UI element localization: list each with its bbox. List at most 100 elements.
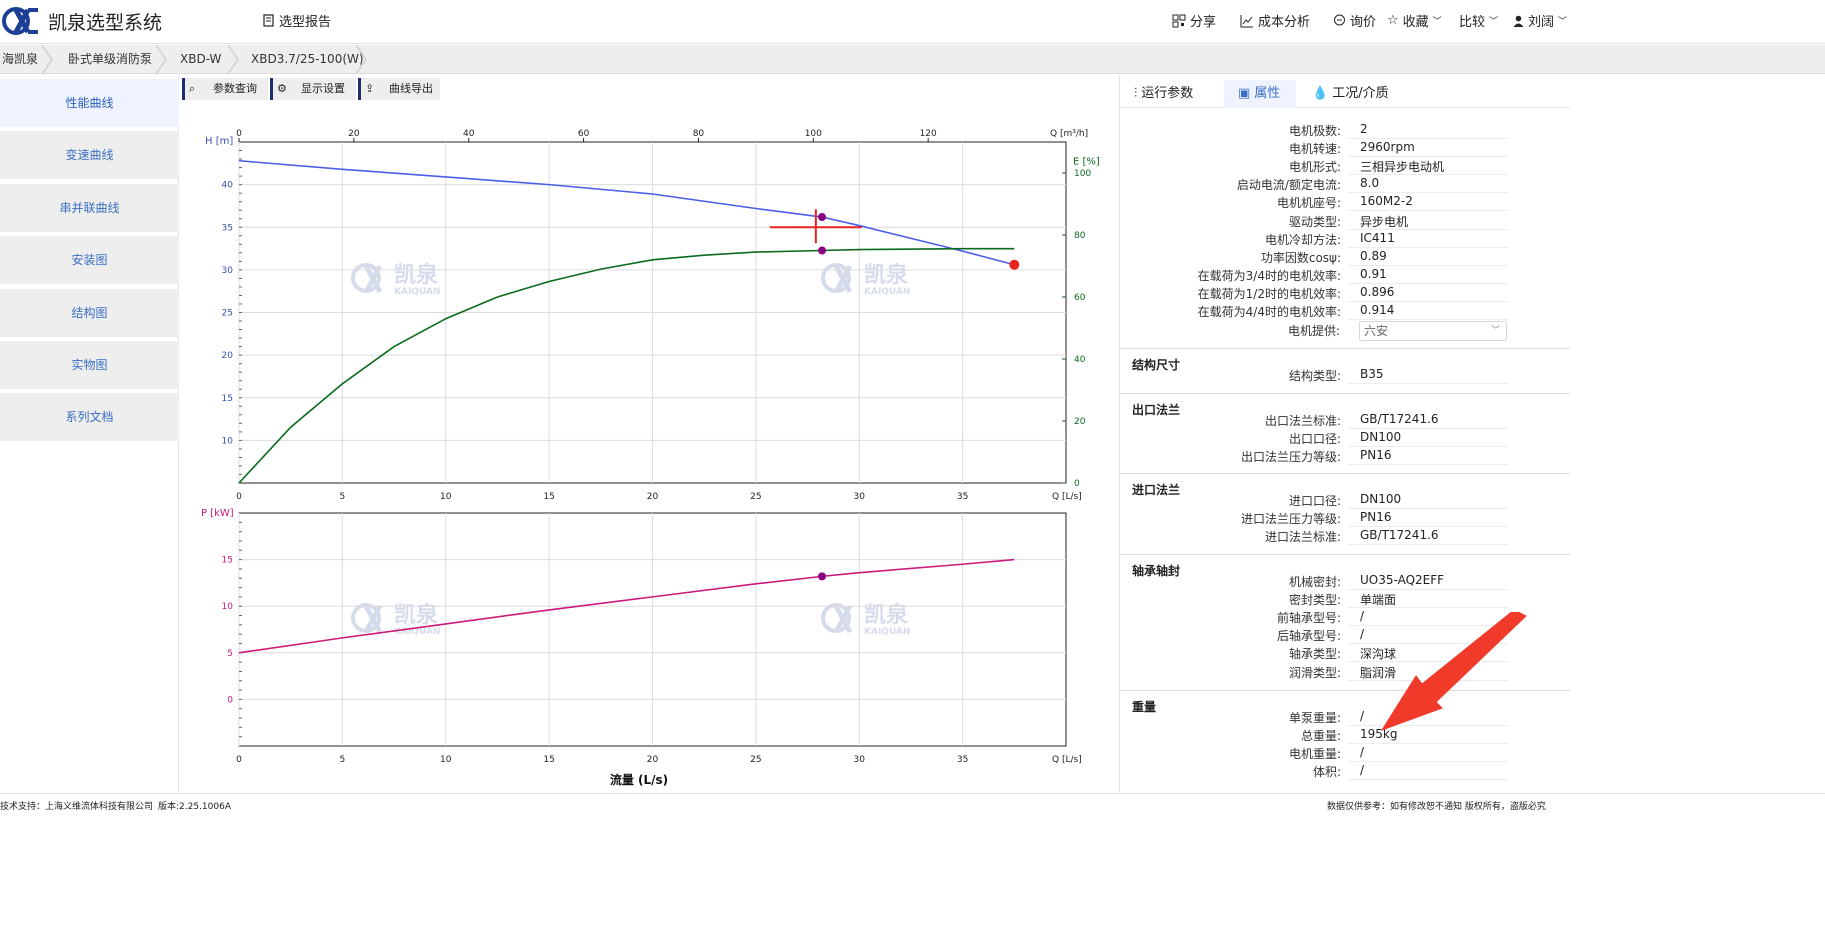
property-row: 功率因数cosψ: 0.89 (1120, 248, 1570, 266)
nav-item-speed-curve[interactable]: 变速曲线 (0, 131, 179, 179)
section-divider (1120, 473, 1570, 474)
property-label: 体积: (1312, 765, 1341, 780)
user-label: 刘阔 (1528, 15, 1555, 30)
x-tick-label: 10 (440, 755, 452, 765)
breadcrumb-item[interactable]: 卧式单级消防泵 (68, 45, 152, 74)
watermark-brand-en: KAIQUAN (864, 627, 910, 637)
param-query-button[interactable]: ⌕ 参数查询 (182, 78, 268, 100)
drop-icon: 💧 (1312, 86, 1329, 101)
property-row: 电机冷却方法: IC411 (1120, 230, 1570, 248)
share-label: 分享 (1190, 15, 1217, 30)
x-tick-label: 5 (340, 755, 346, 765)
compare-button[interactable]: 比较 ﹀ (1459, 11, 1498, 30)
chat-icon (1334, 14, 1345, 26)
share-button[interactable]: 分享 (1172, 11, 1216, 30)
motor-supplier-select[interactable]: 六安 ﹀ (1359, 321, 1507, 342)
x-tick-label: 25 (750, 755, 761, 765)
property-label: 结构类型: (1288, 369, 1341, 383)
property-value: PN16 (1360, 510, 1392, 525)
property-value: 0.89 (1360, 248, 1387, 263)
kaiquan-logo[interactable] (2, 4, 40, 38)
x-axis-label: Q [L/s] (1052, 492, 1082, 502)
tab-medium[interactable]: 💧 工况/介质 (1298, 80, 1398, 108)
property-label: 出口法兰标准: (1264, 414, 1341, 428)
tab-run-params[interactable]: ⫶ 运行参数 (1120, 80, 1224, 108)
brand-watermark: 凯泉KAIQUAN (351, 602, 440, 637)
footer-support: 技术支持：上海义维流体科技有限公司 (0, 802, 154, 812)
property-label: 机械密封: (1288, 575, 1341, 589)
property-label: 进口法兰标准: (1264, 530, 1341, 545)
watermark-brand-cn: 凯泉 (864, 262, 909, 288)
tab-attributes[interactable]: ▣ 属性 (1224, 80, 1296, 108)
property-row: 出口法兰压力等级: PN16 (1120, 447, 1570, 466)
property-label: 电机重量: (1288, 747, 1341, 762)
property-value: 异步电机 (1360, 214, 1409, 229)
y-tick-label: 10 (222, 436, 234, 446)
header-bar: 凯泉选型系统 选型报告 分享 成本分析 询价 ☆ 收藏 ﹀ 比较 ﹀ 刘阔 ﹀ (0, 0, 1825, 44)
chevron-down-icon: ﹀ (1489, 17, 1499, 27)
property-value: GB/T17241.6 (1360, 412, 1439, 426)
display-settings-button[interactable]: ⚙ 显示设置 (270, 78, 356, 100)
property-value: 160M2-2 (1360, 194, 1413, 209)
x-tick-label: 30 (854, 492, 866, 502)
breadcrumb: 海凯泉 卧式单级消防泵 XBD-W XBD3.7/25-100(W) (0, 45, 1825, 74)
breadcrumb-item[interactable]: XBD-W (180, 45, 221, 74)
x-top-tick-label: 0 (236, 129, 242, 139)
property-row: 结构类型: B35 (1120, 366, 1570, 384)
property-label: 出口法兰压力等级: (1240, 450, 1341, 465)
y-tick-label: 40 (222, 181, 234, 191)
favorite-button[interactable]: ☆ 收藏 ﹀ (1387, 11, 1442, 30)
x-tick-label: 30 (854, 755, 866, 765)
property-label: 电机极数: (1288, 124, 1341, 138)
chevron-down-icon: ﹀ (1558, 17, 1568, 27)
property-row: 密封类型: 单端面 (1120, 590, 1570, 609)
chevron-right-icon (227, 45, 239, 74)
nav-item-performance-curve[interactable]: 性能曲线 (0, 79, 179, 127)
x-tick-label: 20 (647, 755, 659, 765)
report-icon (263, 14, 274, 27)
export-icon: ⇪ (365, 82, 375, 95)
operating-point-p (818, 572, 827, 581)
footer-version: 版本:2.25.1006A (158, 802, 231, 812)
tab-run-params-label: 运行参数 (1141, 86, 1194, 101)
property-row: 启动电流/额定电流: 8.0 (1120, 175, 1570, 194)
nav-item-series-docs[interactable]: 系列文档 (0, 393, 179, 441)
param-query-label: 参数查询 (213, 82, 257, 95)
property-label: 在载荷为3/4时的电机效率: (1197, 268, 1341, 283)
x-top-tick-label: 60 (578, 129, 590, 139)
cost-analysis-button[interactable]: 成本分析 (1240, 11, 1310, 30)
y-tick-label: 15 (222, 394, 233, 404)
property-value: / (1360, 627, 1365, 642)
footer-notice: 数据仅供参考：如有修改恕不通知 版权所有，盗版必究 (1327, 802, 1546, 812)
property-label: 电机机座号: (1276, 196, 1341, 211)
brand-watermark: 凯泉KAIQUAN (351, 262, 440, 297)
nav-item-structure-drawing[interactable]: 结构图 (0, 289, 179, 337)
display-settings-label: 显示设置 (301, 82, 345, 95)
breadcrumb-item[interactable]: 海凯泉 (2, 45, 38, 74)
user-menu[interactable]: 刘阔 ﹀ (1513, 11, 1567, 30)
report-label: 选型报告 (279, 15, 332, 30)
report-link[interactable]: 选型报告 (262, 11, 331, 30)
property-label: 密封类型: (1288, 593, 1341, 608)
section-divider (1120, 348, 1570, 349)
inquiry-label: 询价 (1350, 15, 1377, 30)
performance-chart: 凯泉KAIQUAN凯泉KAIQUAN凯泉KAIQUAN凯泉KAIQUAN 051… (201, 129, 1100, 787)
y-tick-label: 35 (222, 223, 233, 233)
property-label: 后轴承型号: (1276, 629, 1341, 644)
y2-tick-label: 20 (1074, 417, 1086, 427)
nav-item-installation-drawing[interactable]: 安装图 (0, 236, 179, 284)
property-row: 在载荷为1/2时的电机效率: 0.896 (1120, 284, 1570, 302)
nav-item-product-photo[interactable]: 实物图 (0, 341, 179, 389)
property-row: 出口口径: DN100 (1120, 429, 1570, 448)
curve-export-button[interactable]: ⇪ 曲线导出 (358, 78, 440, 100)
attribute-icon: ▣ (1238, 86, 1251, 101)
property-label: 电机转速: (1288, 142, 1341, 157)
x-tick-label: 0 (236, 755, 242, 765)
property-value: 单端面 (1360, 593, 1397, 608)
property-row: 电机机座号: 160M2-2 (1120, 193, 1570, 212)
inquiry-button[interactable]: 询价 (1333, 11, 1376, 30)
property-label: 电机冷却方法: (1264, 232, 1341, 247)
nav-item-series-parallel-curve[interactable]: 串并联曲线 (0, 184, 179, 232)
property-row: 进口口径: DN100 (1120, 491, 1570, 509)
breadcrumb-item-current[interactable]: XBD3.7/25-100(W) (251, 45, 364, 74)
